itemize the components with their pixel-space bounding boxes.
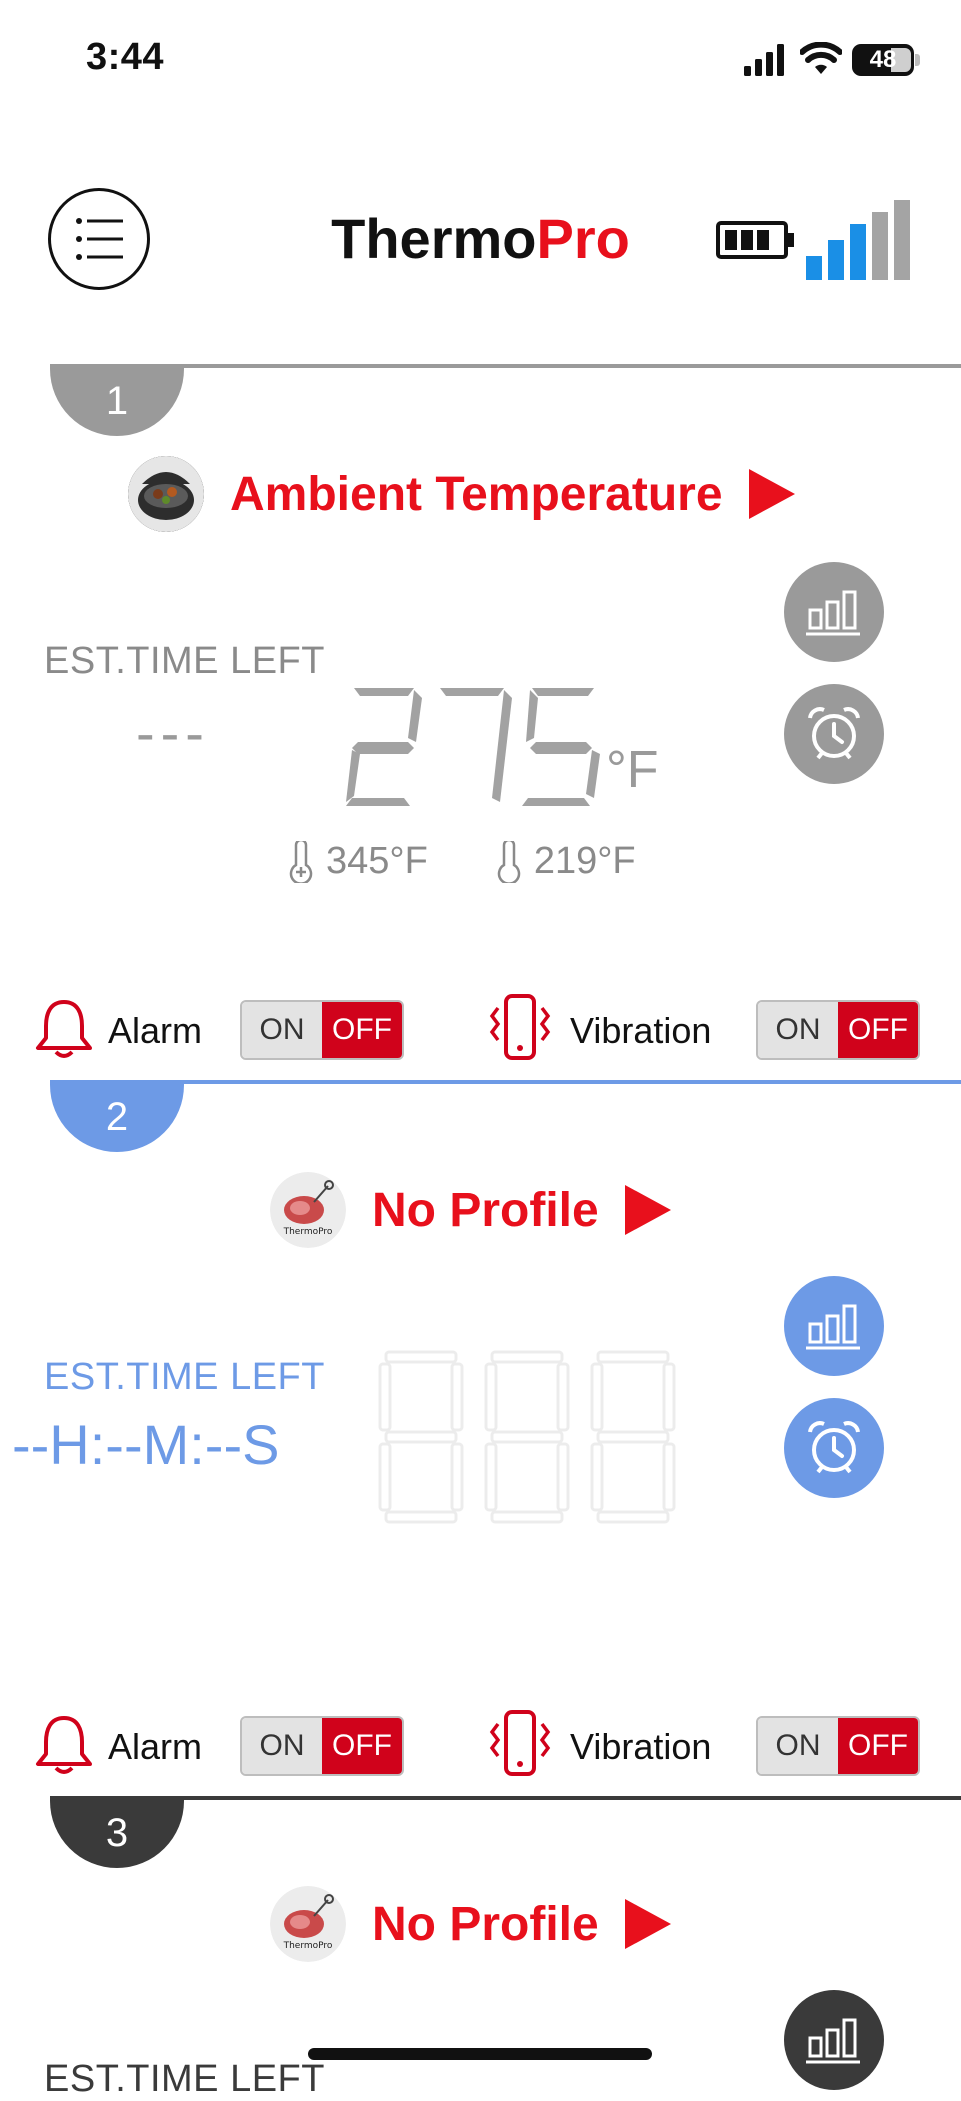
probe-1-vibration-toggle[interactable]: ON OFF <box>756 1000 920 1060</box>
probe-2-est-value: --H:--M:--S <box>12 1413 280 1476</box>
play-arrow-icon <box>624 1899 671 1949</box>
toggle-off-option[interactable]: OFF <box>322 1718 402 1774</box>
probe-1-temp-digits <box>346 688 600 806</box>
probe-1-vibration-icon <box>489 994 551 1060</box>
toggle-on-option[interactable]: ON <box>242 1002 322 1058</box>
probe-2-tab[interactable]: 2 <box>50 1082 184 1152</box>
toggle-on-option[interactable]: ON <box>242 1718 322 1774</box>
bar-chart-icon <box>806 590 860 636</box>
probe-2-profile-name: No Profile <box>372 1183 599 1237</box>
wifi-icon <box>800 42 842 74</box>
probe-2-vibration-icon <box>489 1710 551 1776</box>
probe-1-tab[interactable]: 1 <box>50 366 184 436</box>
probe-1-alarm-label: Alarm <box>108 1010 203 1051</box>
probe-2-temp-digits <box>378 1350 676 1524</box>
probe-3-graph-button[interactable] <box>784 1990 884 2090</box>
probe-2-vibration-toggle[interactable]: ON OFF <box>756 1716 920 1776</box>
grill-icon <box>128 456 204 532</box>
svg-text:ThermoPro: ThermoPro <box>283 1941 333 1951</box>
probe-1-unit: °F <box>606 741 659 799</box>
thermometer-high-icon <box>289 840 313 883</box>
device-signal-icon <box>806 200 910 280</box>
probe-1-est-value: --- <box>136 701 210 764</box>
probe-3-profile-row[interactable]: ThermoPro No Profile <box>270 1886 671 1962</box>
probe-2-est-label: EST.TIME LEFT <box>44 1356 325 1398</box>
alarm-clock-icon <box>808 1421 860 1474</box>
meat-profile-icon: ThermoPro <box>270 1172 346 1248</box>
home-indicator[interactable] <box>308 2048 652 2060</box>
probe-1-alarm-bell-icon <box>36 1000 92 1058</box>
bar-chart-icon <box>806 1304 860 1350</box>
toggle-off-option[interactable]: OFF <box>838 1002 918 1058</box>
probe-2-alarm-toggle[interactable]: ON OFF <box>240 1716 404 1776</box>
status-time: 3:44 <box>86 36 165 78</box>
toggle-on-option[interactable]: ON <box>758 1718 838 1774</box>
probe-1-profile-row[interactable]: Ambient Temperature <box>128 456 795 532</box>
probe-1-vibration-label: Vibration <box>570 1010 712 1051</box>
probe-3-profile-name: No Profile <box>372 1897 599 1951</box>
probe-3-tab[interactable]: 3 <box>50 1798 184 1868</box>
cellular-signal-icon <box>744 44 784 76</box>
probe-1-graph-button[interactable] <box>784 562 884 662</box>
alarm-clock-icon <box>808 707 860 760</box>
probe-1-alarm-clock-button[interactable] <box>784 684 884 784</box>
toggle-off-option[interactable]: OFF <box>838 1718 918 1774</box>
probe-2-alarm-label: Alarm <box>108 1726 203 1767</box>
probe-2-alarm-bell-icon <box>36 1716 92 1774</box>
meat-profile-icon: ThermoPro <box>270 1886 346 1962</box>
app-title-thermo: Thermo <box>331 207 537 270</box>
svg-text:ThermoPro: ThermoPro <box>283 1227 333 1237</box>
probe-1-max-temp: 345°F <box>326 840 428 882</box>
battery-icon: 48 <box>852 44 914 76</box>
probe-2-graph-button[interactable] <box>784 1276 884 1376</box>
play-arrow-icon <box>748 469 795 519</box>
probe-1-minmax: 345°F 219°F <box>286 840 636 883</box>
probe-2-vibration-label: Vibration <box>570 1726 712 1767</box>
battery-level: 48 <box>869 46 897 73</box>
probe-1-divider <box>50 364 961 368</box>
probe-2-divider <box>50 1080 961 1084</box>
probe-1-alarm-toggle[interactable]: ON OFF <box>240 1000 404 1060</box>
play-arrow-icon <box>624 1185 671 1235</box>
battery-nub <box>915 54 920 66</box>
toggle-off-option[interactable]: OFF <box>322 1002 402 1058</box>
probe-3-divider <box>50 1796 961 1800</box>
toggle-on-option[interactable]: ON <box>758 1002 838 1058</box>
probe-2-profile-row[interactable]: ThermoPro No Profile <box>270 1172 671 1248</box>
probe-1-profile-name: Ambient Temperature <box>230 467 723 521</box>
bar-chart-icon <box>806 2018 860 2064</box>
probe-2-alarm-clock-button[interactable] <box>784 1398 884 1498</box>
probe-1-est-label: EST.TIME LEFT <box>44 640 325 682</box>
device-battery-icon <box>716 221 794 259</box>
probe-1-min-temp: 219°F <box>533 840 636 882</box>
thermometer-low-icon <box>497 840 521 883</box>
app-title-pro: Pro <box>536 207 630 270</box>
